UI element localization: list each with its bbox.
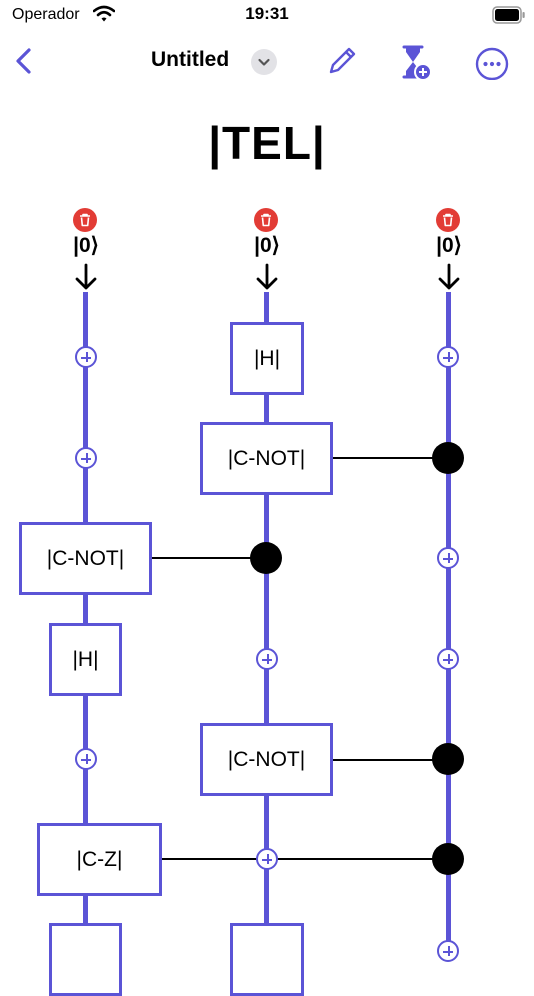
- battery-icon: [492, 6, 525, 24]
- gate-c-not[interactable]: |C-NOT|: [19, 522, 152, 595]
- gate-h[interactable]: |H|: [49, 623, 122, 696]
- delete-qubit-button[interactable]: [73, 208, 97, 232]
- add-gate-button[interactable]: [437, 547, 459, 569]
- add-gate-button[interactable]: [437, 940, 459, 962]
- control-line: [332, 457, 448, 459]
- trash-icon: [80, 213, 90, 227]
- control-dot[interactable]: [432, 743, 464, 775]
- add-gate-button[interactable]: [256, 848, 278, 870]
- add-gate-button[interactable]: [437, 346, 459, 368]
- delete-qubit-button[interactable]: [436, 208, 460, 232]
- clock: 19:31: [245, 4, 289, 23]
- qubit-initial-state[interactable]: |0⟩: [419, 233, 479, 258]
- control-dot[interactable]: [432, 442, 464, 474]
- control-line: [162, 858, 448, 860]
- add-gate-button[interactable]: [437, 648, 459, 670]
- chevron-down-icon: [258, 58, 270, 66]
- add-gate-button[interactable]: [75, 447, 97, 469]
- ellipsis-circle-icon[interactable]: [473, 42, 511, 80]
- control-dot[interactable]: [432, 843, 464, 875]
- trash-icon: [443, 213, 453, 227]
- control-line: [332, 759, 448, 761]
- hourglass-plus-icon[interactable]: [396, 42, 434, 80]
- qubit-initial-state[interactable]: |0⟩: [56, 233, 116, 258]
- add-gate-button[interactable]: [75, 346, 97, 368]
- arrow-down-icon: [438, 263, 460, 290]
- navigation-bar: Untitled: [0, 38, 534, 84]
- status-bar: Operador 19:31: [0, 0, 534, 32]
- arrow-down-icon: [256, 263, 278, 290]
- qubit-initial-state[interactable]: |0⟩: [237, 233, 297, 258]
- gate-c-not[interactable]: |C-NOT|: [200, 422, 333, 495]
- document-title[interactable]: Untitled: [151, 48, 229, 72]
- add-gate-button[interactable]: [75, 748, 97, 770]
- back-chevron-icon[interactable]: [10, 44, 40, 78]
- title-menu-button[interactable]: [251, 49, 277, 75]
- gate-c-z[interactable]: |C-Z|: [37, 823, 162, 896]
- gate-c-not[interactable]: |C-NOT|: [200, 723, 333, 796]
- control-line: [151, 557, 266, 559]
- gate-h[interactable]: |H|: [230, 322, 304, 395]
- delete-qubit-button[interactable]: [254, 208, 278, 232]
- pencil-icon[interactable]: [323, 42, 361, 80]
- control-dot[interactable]: [250, 542, 282, 574]
- gate-partial[interactable]: [49, 923, 122, 996]
- arrow-down-icon: [75, 263, 97, 290]
- trash-icon: [261, 213, 271, 227]
- gate-partial[interactable]: [230, 923, 304, 996]
- add-gate-button[interactable]: [256, 648, 278, 670]
- circuit-title: |TEL|: [208, 117, 326, 169]
